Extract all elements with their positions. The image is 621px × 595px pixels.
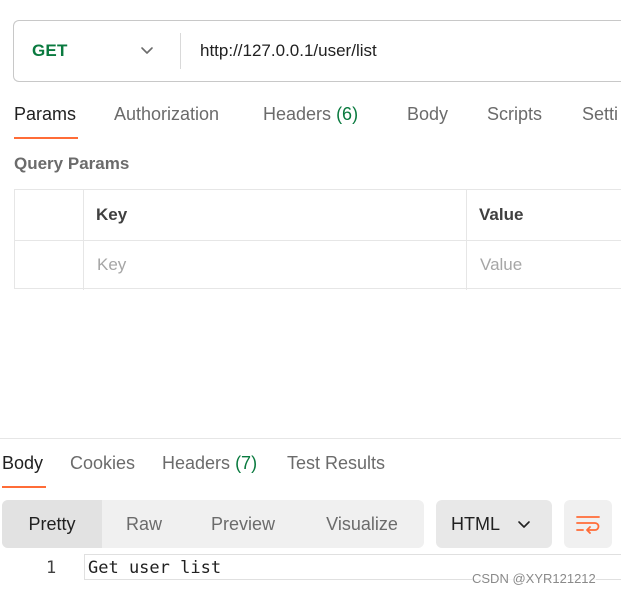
tab-label: Body bbox=[2, 453, 44, 473]
tab-settings[interactable]: Setti bbox=[582, 104, 618, 125]
url-input[interactable]: http://127.0.0.1/user/list bbox=[200, 21, 377, 81]
format-select-value: HTML bbox=[451, 513, 500, 534]
view-pretty-button[interactable]: Pretty bbox=[2, 500, 102, 548]
view-preview-button[interactable]: Preview bbox=[186, 500, 300, 548]
tab-label: Authorization bbox=[114, 104, 220, 124]
view-mode-group: Pretty Raw Preview Visualize bbox=[2, 500, 424, 548]
wrap-lines-icon bbox=[576, 516, 600, 534]
tab-scripts[interactable]: Scripts bbox=[487, 104, 542, 125]
tab-label: Cookies bbox=[70, 453, 136, 473]
table-row: Key Value bbox=[15, 240, 621, 290]
table-header-row: Key Value bbox=[15, 190, 621, 240]
tab-label: Test Results bbox=[287, 453, 386, 473]
response-divider[interactable] bbox=[0, 438, 621, 439]
tab-body[interactable]: Body bbox=[407, 104, 448, 125]
watermark: CSDN @XYR121212 bbox=[472, 571, 596, 586]
tab-headers[interactable]: Headers (6) bbox=[263, 104, 358, 125]
column-header-value: Value bbox=[479, 205, 524, 224]
headers-count-badge: (6) bbox=[336, 104, 359, 124]
value-input[interactable]: Value bbox=[480, 241, 522, 289]
api-client-window: GET http://127.0.0.1/user/list Params Au… bbox=[0, 0, 621, 595]
wrap-lines-button[interactable] bbox=[564, 500, 612, 548]
tab-authorization[interactable]: Authorization bbox=[114, 104, 219, 125]
view-visualize-button[interactable]: Visualize bbox=[300, 500, 424, 548]
response-tab-headers[interactable]: Headers (7) bbox=[162, 453, 257, 474]
column-header-key: Key bbox=[96, 205, 128, 224]
tab-label: Setti bbox=[582, 104, 619, 124]
tab-label: Scripts bbox=[487, 104, 543, 124]
tab-label: Headers bbox=[263, 104, 332, 124]
tab-label: Params bbox=[14, 104, 77, 124]
tab-label: Body bbox=[407, 104, 449, 124]
active-tab-indicator bbox=[2, 486, 46, 488]
line-number: 1 bbox=[46, 558, 57, 578]
tab-label: Headers bbox=[162, 453, 231, 473]
response-tabs: Body Cookies Headers (7) Test Results bbox=[0, 453, 621, 489]
method-select[interactable]: GET bbox=[32, 21, 68, 81]
key-input[interactable]: Key bbox=[97, 241, 126, 289]
chevron-down-icon[interactable] bbox=[139, 42, 155, 58]
response-tab-body[interactable]: Body bbox=[2, 453, 43, 474]
view-raw-button[interactable]: Raw bbox=[102, 500, 186, 548]
code-line: Get user list bbox=[88, 558, 222, 578]
headers-count-badge: (7) bbox=[235, 453, 258, 473]
active-tab-indicator bbox=[14, 137, 78, 139]
query-params-title: Query Params bbox=[14, 154, 130, 173]
format-select[interactable]: HTML bbox=[436, 500, 552, 548]
url-divider bbox=[180, 33, 181, 69]
request-tabs: Params Authorization Headers (6) Body Sc… bbox=[0, 104, 621, 144]
query-params-table: Key Value Key Value bbox=[14, 189, 621, 290]
response-tab-cookies[interactable]: Cookies bbox=[70, 453, 135, 474]
response-tab-test-results[interactable]: Test Results bbox=[287, 453, 385, 474]
tab-params[interactable]: Params bbox=[14, 104, 76, 125]
request-url-bar: GET http://127.0.0.1/user/list bbox=[13, 20, 621, 82]
chevron-down-icon bbox=[518, 521, 530, 528]
